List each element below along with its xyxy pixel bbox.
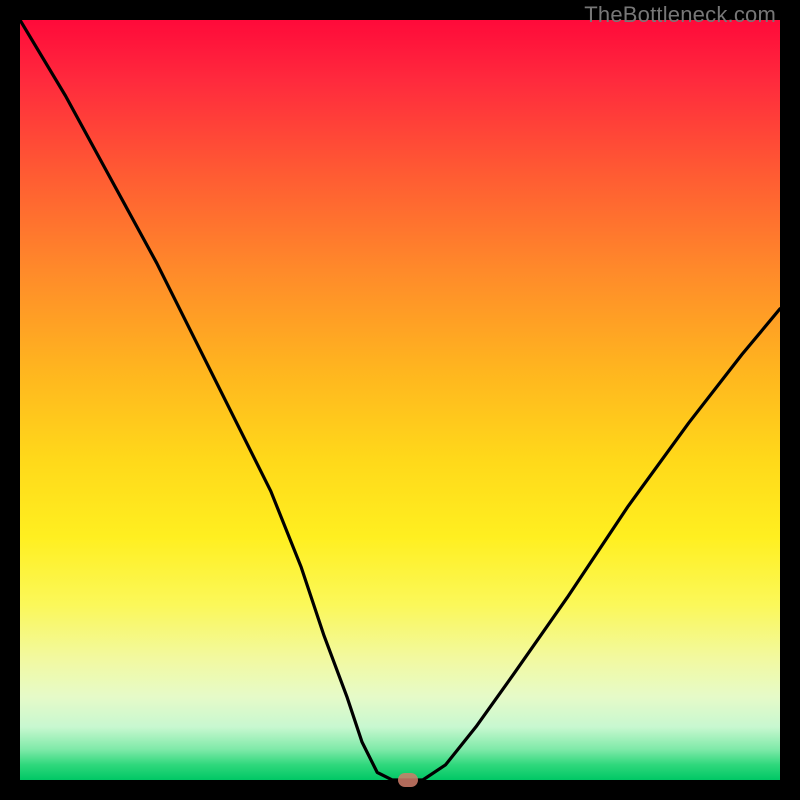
bottleneck-curve <box>20 20 780 780</box>
watermark-text: TheBottleneck.com <box>584 2 776 28</box>
curve-path <box>20 20 780 780</box>
chart-frame: TheBottleneck.com <box>0 0 800 800</box>
chart-plot-area <box>20 20 780 780</box>
min-point-dot <box>398 773 418 787</box>
